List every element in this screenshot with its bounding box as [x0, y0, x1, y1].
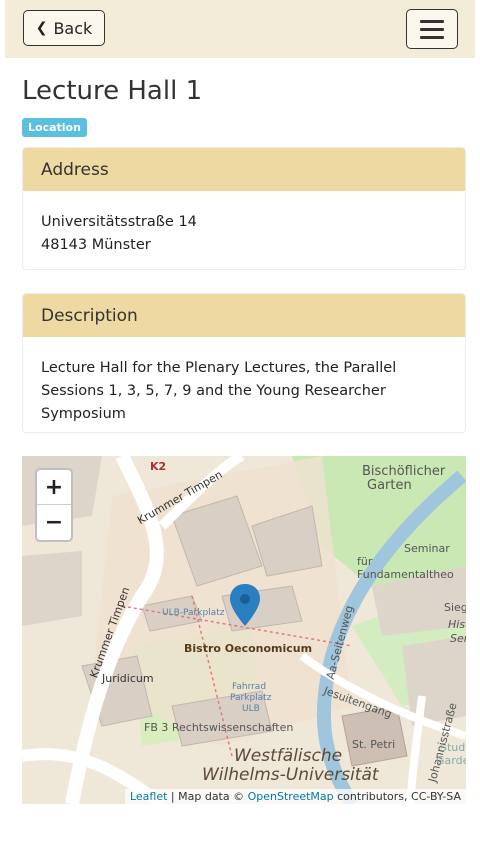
address-card: Address Universitätsstraße 14 48143 Müns…: [22, 147, 466, 270]
top-navbar: ❮ Back: [5, 0, 475, 58]
menu-line-icon: [420, 28, 444, 31]
menu-line-icon: [420, 36, 444, 39]
osm-link[interactable]: OpenStreetMap: [248, 790, 334, 803]
zoom-out-button[interactable]: −: [37, 505, 71, 539]
back-button-label: Back: [53, 18, 93, 38]
map-label: Fahrrad: [232, 682, 267, 692]
menu-line-icon: [420, 20, 444, 23]
map-label: Westfälische: [234, 746, 343, 766]
map-attribution: Leaflet | Map data © OpenStreetMap contr…: [124, 789, 466, 804]
attribution-text: contributors, CC-BY-SA: [333, 790, 461, 803]
zoom-controls: + −: [35, 468, 73, 542]
map-label: Bischöflicher: [362, 464, 446, 479]
map-label: Garten: [367, 478, 412, 493]
map-label: Wilhelms-Universität: [202, 765, 379, 785]
location-badge: Location: [22, 118, 87, 137]
address-line-2: 48143 Münster: [41, 237, 151, 253]
description-card: Description Lecture Hall for the Plenary…: [22, 293, 466, 433]
map-label: FB 3 Rechtswissenschaften: [144, 721, 294, 734]
description-text: Lecture Hall for the Plenary Lectures, t…: [41, 360, 397, 422]
back-button[interactable]: ❮ Back: [23, 10, 105, 46]
address-line-1: Universitätsstraße 14: [41, 214, 197, 230]
chevron-left-icon: ❮: [35, 20, 48, 36]
hamburger-menu-button[interactable]: [406, 9, 458, 49]
map-label: K2: [150, 460, 167, 473]
map-label: Study: [440, 741, 466, 754]
map-label: St. Petri: [352, 738, 396, 751]
map-label: Bistro Oeconomicum: [184, 642, 313, 655]
map-label: für Fundamentaltheo: [357, 555, 454, 581]
address-card-header: Address: [23, 148, 465, 191]
attribution-text: | Map data ©: [167, 790, 248, 803]
map-label: Seminar: [404, 542, 450, 555]
map-label: Semin: [450, 632, 466, 645]
map-label: Parkplatz: [230, 693, 272, 703]
map-label: ULB-Parkplatz: [162, 608, 225, 618]
map-label: Garde: [436, 754, 466, 767]
map-label: Juridicum: [102, 672, 154, 685]
location-marker-icon[interactable]: [230, 584, 260, 626]
leaflet-link[interactable]: Leaflet: [130, 790, 167, 803]
description-card-header: Description: [23, 294, 465, 337]
map-label: Historis: [448, 618, 466, 631]
zoom-in-button[interactable]: +: [37, 470, 71, 505]
map-label: Siege: [444, 601, 466, 614]
map-view[interactable]: Bischöflicher Garten Seminar für Fundame…: [22, 456, 466, 804]
map-label: ULB: [242, 704, 260, 714]
page-title: Lecture Hall 1: [22, 76, 203, 106]
